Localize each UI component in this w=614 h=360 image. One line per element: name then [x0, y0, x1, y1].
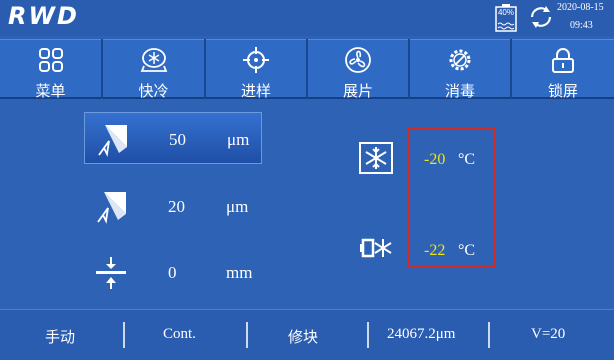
status-time: 09:43: [570, 20, 593, 31]
fast-cool-icon: [140, 48, 167, 72]
section-thickness-value: 50: [169, 130, 186, 149]
speed-status[interactable]: V=20: [531, 326, 565, 343]
menu-button-label: 菜单: [35, 83, 66, 100]
retraction-icon: [96, 257, 126, 289]
menu-button[interactable]: 菜单: [0, 39, 101, 100]
status-date: 2020-08-15: [557, 2, 604, 13]
specimen-temperature-value: -22: [424, 242, 446, 259]
cut-mode-status[interactable]: Cont.: [163, 326, 196, 343]
fast-cool-button[interactable]: 快冷: [103, 39, 204, 100]
brand-logo: RWD: [8, 2, 79, 30]
disinfect-button-label: 消毒: [444, 83, 475, 100]
trim-thickness-value: 20: [168, 197, 185, 216]
menu-grid-icon: [38, 48, 63, 72]
battery-level: 40%: [497, 8, 514, 17]
disinfect-gear-icon: [449, 49, 471, 71]
status-bar: 手动 Cont. 修块 24067.2μm V=20: [0, 309, 614, 360]
section-thickness-row[interactable]: 50 μm: [84, 112, 262, 164]
specimen-cooling-icon: [360, 238, 392, 258]
specimen-temperature-unit: °C: [458, 242, 476, 259]
trim-thickness-unit: μm: [226, 197, 249, 216]
target-icon: [243, 47, 269, 73]
status-divider: [123, 322, 125, 348]
fan-icon: [345, 47, 371, 73]
fast-cool-button-label: 快冷: [138, 83, 169, 100]
chamber-temperature-unit: °C: [458, 151, 476, 168]
trim-thickness-row[interactable]: 20 μm: [84, 180, 262, 232]
sample-advance-button-label: 进样: [240, 83, 271, 100]
status-divider: [488, 322, 490, 348]
mode-status[interactable]: 手动: [45, 326, 75, 347]
header-bar: RWD 40% 2020-08-15 09:43: [0, 0, 614, 36]
temperature-highlight: [407, 128, 495, 268]
retraction-row[interactable]: 0 mm: [84, 246, 262, 298]
main-toolbar: 菜单 快冷 进样 展片 消毒 锁屏: [0, 39, 614, 101]
retraction-value: 0: [168, 263, 177, 282]
chamber-temperature-value: -20: [424, 151, 446, 168]
battery-indicator: 40%: [495, 4, 517, 32]
section-thickness-unit: μm: [227, 130, 250, 149]
status-divider: [367, 322, 369, 348]
operation-status[interactable]: 修块: [288, 326, 318, 347]
lock-icon: [552, 48, 574, 73]
lock-screen-button-label: 锁屏: [547, 83, 578, 100]
sync-icon[interactable]: [528, 4, 554, 30]
position-status: 24067.2μm: [387, 326, 456, 342]
lock-screen-button[interactable]: 锁屏: [512, 39, 614, 100]
spread-button[interactable]: 展片: [308, 39, 408, 100]
sample-advance-button[interactable]: 进样: [206, 39, 306, 100]
retraction-unit: mm: [226, 263, 253, 282]
disinfect-button[interactable]: 消毒: [410, 39, 510, 100]
snowflake-icon: [359, 142, 393, 174]
status-divider: [246, 322, 248, 348]
spread-button-label: 展片: [342, 83, 373, 100]
section-thickness-icon: [98, 125, 127, 157]
trim-thickness-icon: [97, 192, 126, 224]
